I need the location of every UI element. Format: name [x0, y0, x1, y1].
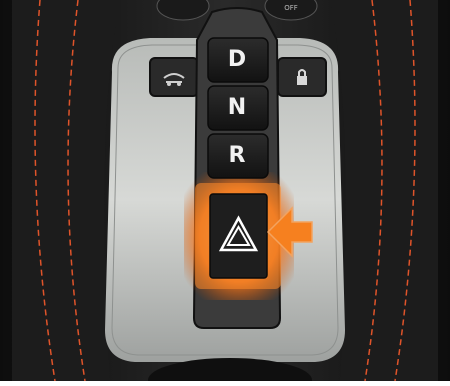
suspension-icon — [163, 73, 185, 86]
suspension-button[interactable] — [150, 58, 198, 96]
center-console: OFF D N R — [0, 0, 450, 386]
hazard-warning-button[interactable] — [210, 194, 267, 278]
gear-drive-button[interactable] — [208, 38, 268, 82]
gear-neutral-button[interactable] — [208, 86, 268, 130]
lock-button[interactable] — [278, 58, 326, 96]
orange-arrow-icon — [266, 206, 313, 258]
gear-reverse-button[interactable] — [208, 134, 268, 178]
hazard-warning-triangle-icon — [218, 215, 259, 252]
svg-text:OFF: OFF — [284, 4, 298, 12]
lock-icon — [297, 69, 307, 85]
